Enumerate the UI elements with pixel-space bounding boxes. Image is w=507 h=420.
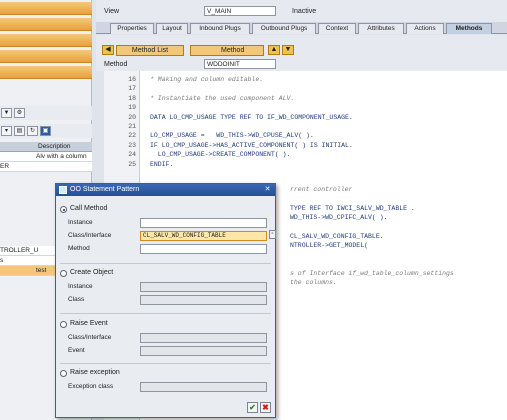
left-header-bar-3 <box>0 34 92 47</box>
up-arrow-icon[interactable]: ▲ <box>268 45 280 55</box>
method-input[interactable] <box>140 244 267 254</box>
line-number: 25 <box>128 160 136 168</box>
export-icon[interactable]: ▣ <box>40 126 51 136</box>
tab-context[interactable]: Context <box>318 23 356 34</box>
tab-outbound-plugs[interactable]: Outbound Plugs <box>252 23 316 34</box>
code-line[interactable]: ENDIF. <box>150 161 173 168</box>
raise-exception-radio[interactable] <box>60 370 67 377</box>
co-class-label: Class <box>68 296 85 303</box>
method-label: Method <box>104 61 128 68</box>
back-arrow-icon[interactable]: ◀ <box>102 45 114 55</box>
line-number: 23 <box>128 141 136 149</box>
view-name-field[interactable]: V_MAIN <box>204 6 276 16</box>
tool-icon[interactable]: ⚙ <box>14 108 25 118</box>
line-number: 17 <box>128 85 136 93</box>
print-icon[interactable]: ▤ <box>14 126 25 136</box>
value-help-icon[interactable]: ▫ <box>269 230 276 239</box>
class-interface-label: Class/Interface <box>68 232 112 239</box>
method-label: Method <box>68 245 90 252</box>
code-line[interactable]: * Making and column editable. <box>150 76 263 83</box>
close-icon[interactable]: ✕ <box>263 185 272 194</box>
line-number: 20 <box>128 113 136 121</box>
create-object-radio[interactable] <box>60 270 67 277</box>
method-button[interactable]: Method <box>190 45 264 56</box>
tab-layout[interactable]: Layout <box>156 23 188 34</box>
down-arrow-icon[interactable]: ▼ <box>282 45 294 55</box>
exception-class-input[interactable] <box>140 382 267 392</box>
divider <box>60 363 271 364</box>
method-name-field[interactable]: WDDOINIT <box>204 59 276 69</box>
left-header-bar-2 <box>0 18 92 31</box>
left-toolbar-1: ▼ ⚙ <box>0 106 92 120</box>
co-class-input[interactable] <box>140 295 267 305</box>
line-number: 22 <box>128 132 136 140</box>
tab-actions[interactable]: Actions <box>406 23 444 34</box>
dialog-title-bar: OO Statement Pattern ✕ <box>56 184 275 196</box>
tab-properties[interactable]: Properties <box>110 23 154 34</box>
re-class-interface-input[interactable] <box>140 333 267 343</box>
dialog-title: OO Statement Pattern <box>70 186 140 193</box>
co-instance-input[interactable] <box>140 282 267 292</box>
code-line[interactable]: * Instantiate the used component ALV. <box>150 95 294 102</box>
class-interface-input[interactable]: CL_SALV_WD_CONFIG_TABLE <box>140 231 267 241</box>
view-header: View V_MAIN Inactive <box>96 0 507 22</box>
tab-strip: Properties Layout Inbound Plugs Outbound… <box>96 22 507 34</box>
code-line[interactable]: IF LO_CMP_USAGE->HAS_ACTIVE_COMPONENT( )… <box>150 142 353 149</box>
table-row[interactable]: ER <box>0 162 92 172</box>
col-description: Description <box>38 143 71 150</box>
instance-label: Instance <box>68 219 93 226</box>
left-header-bar-5 <box>0 66 92 79</box>
line-number: 16 <box>128 76 136 83</box>
re-class-interface-label: Class/Interface <box>68 334 112 341</box>
left-header-bar-1 <box>0 2 92 15</box>
raise-event-radio[interactable] <box>60 321 67 328</box>
oo-statement-pattern-dialog: OO Statement Pattern ✕ Call Method Insta… <box>55 183 276 418</box>
co-instance-label: Instance <box>68 283 93 290</box>
code-line[interactable]: LO_CMP_USAGE = WD_THIS->WD_CPUSE_ALV( ). <box>150 132 314 139</box>
left-header-bar-4 <box>0 50 92 63</box>
view-status: Inactive <box>292 8 317 15</box>
left-toolbar-2: ▾ ▤ ↻ ▣ <box>0 124 92 138</box>
instance-input[interactable] <box>140 218 267 228</box>
dialog-app-icon <box>59 186 67 194</box>
line-number: 19 <box>128 104 136 112</box>
code-line[interactable]: DATA LO_CMP_USAGE TYPE REF TO IF_WD_COMP… <box>150 114 353 121</box>
call-method-label: Call Method <box>70 205 108 212</box>
filter-icon[interactable]: ▾ <box>1 126 12 136</box>
view-label: View <box>104 8 120 15</box>
tab-methods[interactable]: Methods <box>446 23 492 34</box>
create-object-label: Create Object <box>70 269 114 276</box>
call-method-radio[interactable] <box>60 206 67 213</box>
line-number: 21 <box>128 123 136 130</box>
refresh-icon[interactable]: ↻ <box>27 126 38 136</box>
method-button-label: Method <box>221 47 245 54</box>
method-list-button[interactable]: Method List <box>116 45 184 56</box>
raise-exception-label: Raise exception <box>70 369 120 376</box>
dropdown-icon[interactable]: ▼ <box>1 108 12 118</box>
divider <box>60 313 271 314</box>
raise-event-label: Raise Event <box>70 320 108 327</box>
exception-class-label: Exception class <box>68 383 114 390</box>
method-nav-bar: ◀ Method List Method ▲ ▼ Method WDDOINIT <box>96 35 507 71</box>
confirm-check-icon[interactable]: ✔ <box>247 402 258 413</box>
table-row[interactable]: Alv with a column <box>0 152 92 162</box>
code-line[interactable]: LO_CMP_USAGE->CREATE_COMPONENT( ). <box>150 151 291 158</box>
re-event-input[interactable] <box>140 346 267 356</box>
line-number: 24 <box>128 151 136 159</box>
grid-header: Description <box>0 142 92 152</box>
line-number: 18 <box>128 94 136 102</box>
code-tail: rrent controller TYPE REF TO IWCI_SALV_W… <box>290 186 454 286</box>
re-event-label: Event <box>68 347 85 354</box>
divider <box>60 263 271 264</box>
tab-attributes[interactable]: Attributes <box>358 23 404 34</box>
tab-inbound-plugs[interactable]: Inbound Plugs <box>190 23 250 34</box>
cancel-x-icon[interactable]: ✖ <box>260 402 271 413</box>
